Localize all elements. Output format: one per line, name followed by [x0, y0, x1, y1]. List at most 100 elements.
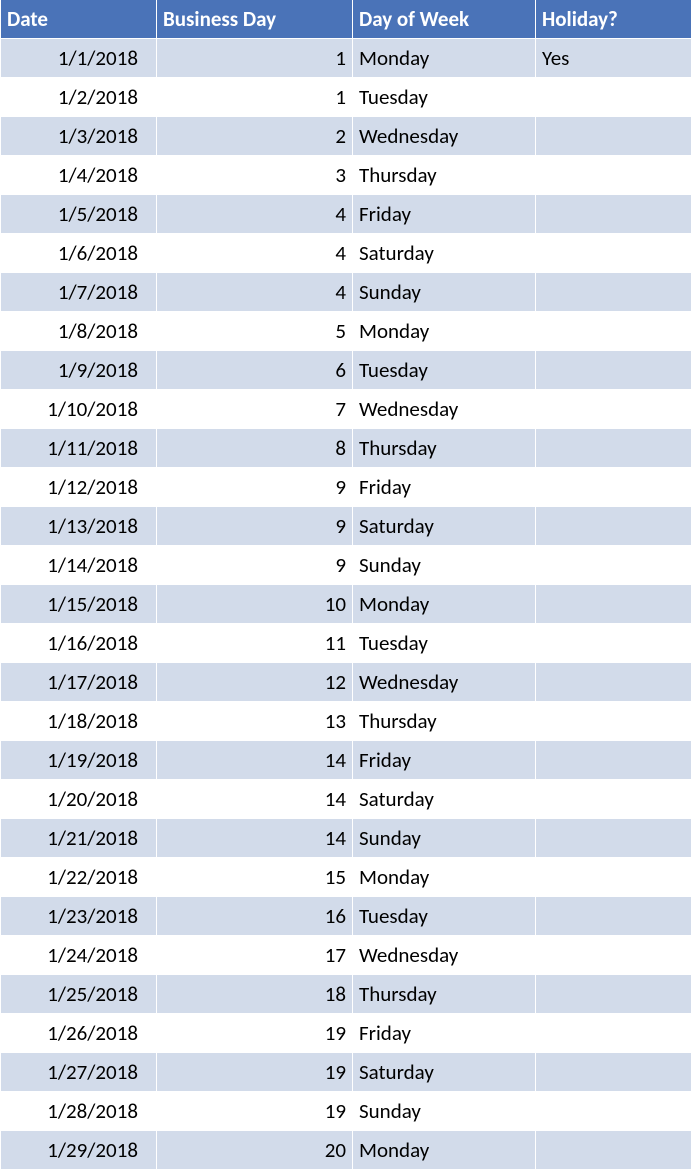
cell-date: 1/9/2018 — [1, 351, 157, 390]
cell-business-day: 16 — [157, 897, 353, 936]
cell-holiday — [536, 936, 691, 975]
cell-holiday: Yes — [536, 39, 691, 78]
table-row: 1/1/20181MondayYes — [1, 39, 691, 78]
table-row: 1/2/20181Tuesday — [1, 78, 691, 117]
cell-holiday — [536, 156, 691, 195]
cell-business-day: 20 — [157, 1131, 353, 1170]
cell-day-of-week: Friday — [353, 468, 536, 507]
cell-holiday — [536, 78, 691, 117]
table-row: 1/19/201814Friday — [1, 741, 691, 780]
cell-day-of-week: Friday — [353, 195, 536, 234]
cell-date: 1/5/2018 — [1, 195, 157, 234]
cell-day-of-week: Tuesday — [353, 897, 536, 936]
cell-date: 1/14/2018 — [1, 546, 157, 585]
cell-holiday — [536, 819, 691, 858]
cell-holiday — [536, 975, 691, 1014]
table-row: 1/4/20183Thursday — [1, 156, 691, 195]
cell-date: 1/16/2018 — [1, 624, 157, 663]
cell-business-day: 19 — [157, 1053, 353, 1092]
cell-day-of-week: Tuesday — [353, 78, 536, 117]
cell-holiday — [536, 663, 691, 702]
cell-holiday — [536, 468, 691, 507]
cell-date: 1/25/2018 — [1, 975, 157, 1014]
cell-date: 1/19/2018 — [1, 741, 157, 780]
cell-day-of-week: Saturday — [353, 234, 536, 273]
cell-business-day: 11 — [157, 624, 353, 663]
table-row: 1/17/201812Wednesday — [1, 663, 691, 702]
cell-holiday — [536, 1092, 691, 1131]
cell-business-day: 7 — [157, 390, 353, 429]
table-row: 1/12/20189Friday — [1, 468, 691, 507]
cell-business-day: 12 — [157, 663, 353, 702]
cell-day-of-week: Thursday — [353, 429, 536, 468]
cell-business-day: 9 — [157, 507, 353, 546]
cell-day-of-week: Friday — [353, 1014, 536, 1053]
cell-business-day: 13 — [157, 702, 353, 741]
cell-date: 1/28/2018 — [1, 1092, 157, 1131]
cell-holiday — [536, 507, 691, 546]
table-row: 1/7/20184Sunday — [1, 273, 691, 312]
table-row: 1/9/20186Tuesday — [1, 351, 691, 390]
table-row: 1/16/201811Tuesday — [1, 624, 691, 663]
cell-date: 1/10/2018 — [1, 390, 157, 429]
table-row: 1/3/20182Wednesday — [1, 117, 691, 156]
cell-date: 1/24/2018 — [1, 936, 157, 975]
table-row: 1/15/201810Monday — [1, 585, 691, 624]
cell-date: 1/2/2018 — [1, 78, 157, 117]
cell-day-of-week: Sunday — [353, 1092, 536, 1131]
table-row: 1/29/201820Monday — [1, 1131, 691, 1170]
cell-holiday — [536, 741, 691, 780]
cell-date: 1/17/2018 — [1, 663, 157, 702]
cell-day-of-week: Thursday — [353, 975, 536, 1014]
cell-date: 1/15/2018 — [1, 585, 157, 624]
cell-date: 1/13/2018 — [1, 507, 157, 546]
cell-date: 1/7/2018 — [1, 273, 157, 312]
cell-business-day: 4 — [157, 195, 353, 234]
cell-business-day: 2 — [157, 117, 353, 156]
cell-day-of-week: Friday — [353, 741, 536, 780]
cell-holiday — [536, 273, 691, 312]
cell-holiday — [536, 351, 691, 390]
table-body: 1/1/20181MondayYes1/2/20181Tuesday1/3/20… — [1, 39, 691, 1170]
cell-business-day: 19 — [157, 1092, 353, 1131]
cell-business-day: 4 — [157, 273, 353, 312]
cell-business-day: 3 — [157, 156, 353, 195]
cell-date: 1/23/2018 — [1, 897, 157, 936]
table-row: 1/8/20185Monday — [1, 312, 691, 351]
cell-date: 1/1/2018 — [1, 39, 157, 78]
cell-day-of-week: Saturday — [353, 780, 536, 819]
cell-holiday — [536, 1014, 691, 1053]
header-date: Date — [1, 0, 157, 39]
cell-business-day: 4 — [157, 234, 353, 273]
cell-day-of-week: Tuesday — [353, 351, 536, 390]
cell-holiday — [536, 780, 691, 819]
table-row: 1/28/201819Sunday — [1, 1092, 691, 1131]
header-holiday: Holiday? — [536, 0, 691, 39]
table-row: 1/25/201818Thursday — [1, 975, 691, 1014]
cell-day-of-week: Tuesday — [353, 624, 536, 663]
cell-business-day: 9 — [157, 468, 353, 507]
cell-date: 1/3/2018 — [1, 117, 157, 156]
cell-day-of-week: Wednesday — [353, 117, 536, 156]
table-row: 1/11/20188Thursday — [1, 429, 691, 468]
cell-date: 1/4/2018 — [1, 156, 157, 195]
cell-holiday — [536, 546, 691, 585]
cell-date: 1/6/2018 — [1, 234, 157, 273]
cell-day-of-week: Monday — [353, 858, 536, 897]
cell-date: 1/20/2018 — [1, 780, 157, 819]
cell-date: 1/12/2018 — [1, 468, 157, 507]
cell-holiday — [536, 312, 691, 351]
cell-day-of-week: Wednesday — [353, 390, 536, 429]
cell-business-day: 19 — [157, 1014, 353, 1053]
calendar-table: Date Business Day Day of Week Holiday? 1… — [0, 0, 691, 1170]
cell-holiday — [536, 1053, 691, 1092]
cell-holiday — [536, 624, 691, 663]
cell-day-of-week: Wednesday — [353, 663, 536, 702]
header-row: Date Business Day Day of Week Holiday? — [1, 0, 691, 39]
table-row: 1/27/201819Saturday — [1, 1053, 691, 1092]
cell-day-of-week: Monday — [353, 312, 536, 351]
cell-date: 1/11/2018 — [1, 429, 157, 468]
table-row: 1/24/201817Wednesday — [1, 936, 691, 975]
cell-business-day: 8 — [157, 429, 353, 468]
header-day-of-week: Day of Week — [353, 0, 536, 39]
